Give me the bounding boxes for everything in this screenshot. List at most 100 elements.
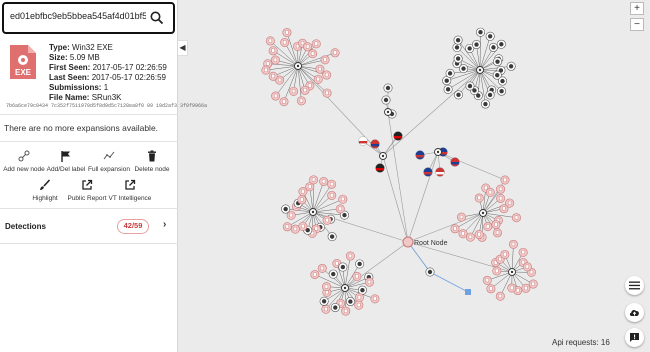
file-node[interactable] (290, 224, 300, 234)
file-node[interactable] (298, 221, 308, 231)
file-node[interactable] (370, 294, 380, 304)
zoom-in-button[interactable]: + (630, 2, 644, 15)
file-node[interactable] (508, 239, 518, 249)
file-node[interactable] (354, 300, 364, 310)
chevron-right-icon[interactable]: › (163, 219, 166, 230)
upload-button[interactable] (625, 303, 644, 322)
file-node[interactable] (450, 224, 460, 234)
country-flag-node[interactable] (435, 167, 445, 177)
file-node[interactable] (289, 86, 299, 96)
country-flag-node[interactable] (415, 150, 425, 160)
domain-node[interactable] (381, 95, 391, 105)
file-node[interactable] (311, 39, 321, 49)
file-node[interactable] (270, 55, 280, 65)
file-node[interactable] (308, 49, 318, 59)
domain-node[interactable] (480, 99, 490, 109)
domain-node[interactable] (465, 81, 475, 91)
domain-node[interactable] (453, 90, 463, 100)
file-node[interactable] (300, 85, 310, 95)
domain-node[interactable] (493, 57, 503, 67)
domain-node[interactable] (498, 76, 508, 86)
file-node[interactable] (296, 96, 306, 106)
file-node[interactable] (330, 48, 340, 58)
file-node[interactable] (522, 262, 532, 272)
menu-button[interactable] (625, 276, 644, 295)
file-node[interactable] (303, 42, 313, 52)
search-input[interactable] (10, 11, 146, 21)
file-node[interactable] (319, 176, 329, 186)
file-node[interactable] (338, 194, 348, 204)
file-node[interactable] (474, 229, 484, 239)
search-icon[interactable] (149, 10, 165, 26)
file-node[interactable] (280, 37, 290, 47)
search-box[interactable] (2, 2, 175, 34)
file-node[interactable] (345, 251, 355, 261)
domain-node[interactable] (485, 31, 495, 41)
file-node[interactable] (496, 193, 506, 203)
country-flag-node[interactable] (370, 139, 380, 149)
country-flag-node[interactable] (393, 131, 403, 141)
file-node[interactable] (486, 284, 496, 294)
domain-node[interactable] (330, 303, 340, 313)
file-node[interactable] (327, 179, 337, 189)
file-node[interactable] (321, 282, 331, 292)
file-node[interactable] (493, 228, 503, 238)
file-node[interactable] (261, 65, 271, 75)
file-node[interactable] (322, 88, 332, 98)
file-node[interactable] (297, 195, 307, 205)
file-node[interactable] (482, 275, 492, 285)
file-node[interactable] (518, 247, 528, 257)
file-node[interactable] (315, 64, 325, 74)
domain-node[interactable] (496, 39, 506, 49)
file-node[interactable] (268, 46, 278, 56)
file-node[interactable] (320, 55, 330, 65)
country-flag-node[interactable] (450, 157, 460, 167)
collapse-sidebar-button[interactable]: ◀ (178, 40, 188, 56)
domain-node[interactable] (488, 42, 498, 52)
domain-node[interactable] (281, 204, 291, 214)
country-flag-node[interactable] (423, 167, 433, 177)
file-node[interactable] (485, 187, 495, 197)
graph-canvas[interactable]: Root Node (188, 0, 628, 352)
file-node[interactable] (271, 91, 281, 101)
file-node[interactable] (310, 270, 320, 280)
domain-node[interactable] (476, 27, 486, 37)
file-node[interactable] (507, 283, 517, 293)
domain-node[interactable] (345, 297, 355, 307)
file-node[interactable] (341, 306, 351, 316)
file-node[interactable] (456, 212, 466, 222)
domain-node[interactable] (472, 40, 482, 50)
highlighted-node[interactable] (465, 289, 471, 295)
vt-intelligence-button[interactable]: VT Intelligence (105, 179, 155, 202)
file-node[interactable] (500, 249, 510, 259)
file-node[interactable] (282, 28, 292, 38)
file-node[interactable] (279, 97, 289, 107)
domain-node[interactable] (327, 232, 337, 242)
file-node[interactable] (335, 204, 345, 214)
delete-node-button[interactable]: Delete node (127, 150, 177, 173)
file-node[interactable] (317, 263, 327, 273)
domain-node[interactable] (506, 61, 516, 71)
feedback-button[interactable] (625, 328, 644, 347)
file-node[interactable] (499, 204, 509, 214)
file-node[interactable] (322, 70, 332, 80)
country-flag-node[interactable] (358, 136, 368, 146)
file-node[interactable] (309, 175, 319, 185)
file-node[interactable] (282, 222, 292, 232)
file-node[interactable] (465, 232, 475, 242)
file-node[interactable] (528, 279, 538, 289)
domain-node[interactable] (355, 259, 365, 269)
file-node[interactable] (458, 229, 468, 239)
file-node[interactable] (495, 291, 505, 301)
file-node[interactable] (500, 175, 510, 185)
file-node[interactable] (313, 74, 323, 84)
domain-node[interactable] (425, 267, 435, 277)
detections-row[interactable]: Detections 42/59 › (0, 210, 178, 242)
file-node[interactable] (521, 283, 531, 293)
zoom-out-button[interactable]: − (630, 18, 644, 31)
file-node[interactable] (265, 36, 275, 46)
file-node[interactable] (483, 222, 493, 232)
file-node[interactable] (322, 215, 332, 225)
domain-node[interactable] (485, 90, 495, 100)
file-node[interactable] (364, 277, 374, 287)
